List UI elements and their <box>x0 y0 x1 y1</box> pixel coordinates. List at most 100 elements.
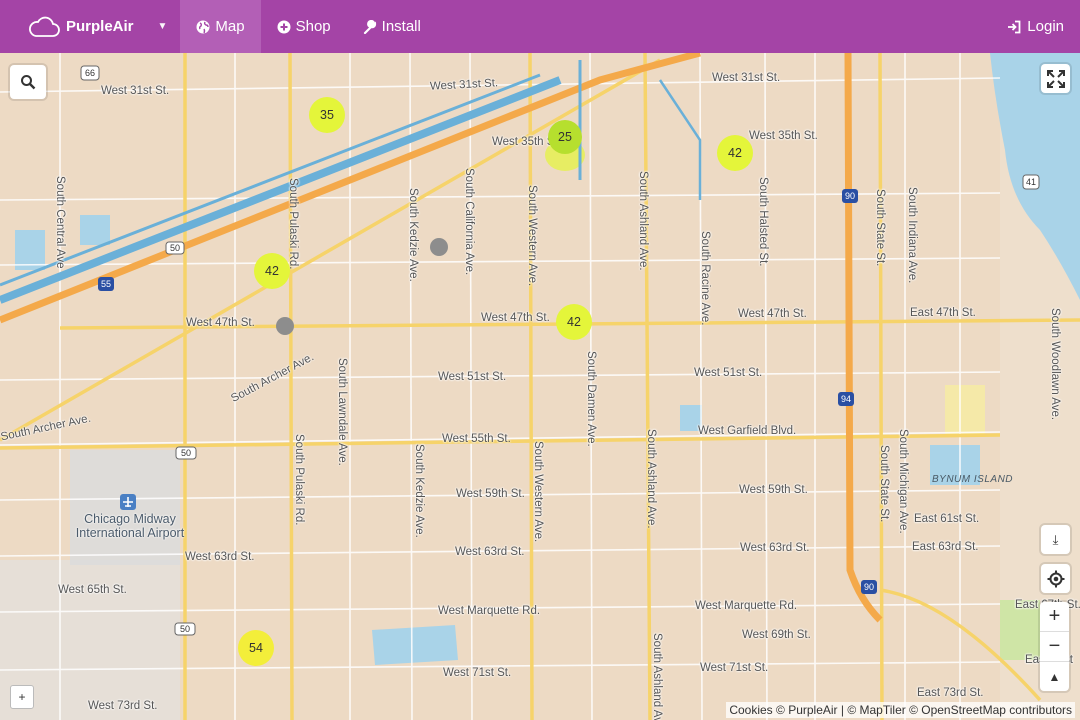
street-label: South Pulaski Rd. <box>293 434 305 526</box>
cloud-logo-icon <box>29 16 60 37</box>
svg-text:41: 41 <box>1026 177 1036 187</box>
wrench-icon <box>363 19 376 34</box>
globe-icon <box>196 20 210 33</box>
fullscreen-icon <box>1046 69 1065 88</box>
street-label: South Racine Ave. <box>699 231 711 326</box>
airport-label-line2: International Airport <box>75 526 185 540</box>
brand-name: PurpleAir <box>66 18 134 35</box>
nav-map[interactable]: Map <box>180 0 261 53</box>
map-attribution[interactable]: Cookies © PurpleAir | © MapTiler © OpenS… <box>726 702 1075 718</box>
street-label: West 47th St. <box>186 317 255 329</box>
street-label: South Kedzie Ave. <box>407 188 419 282</box>
street-label: West 47th St. <box>481 312 550 324</box>
street-label: West 63rd St. <box>185 551 255 563</box>
svg-text:55: 55 <box>101 279 111 289</box>
street-label: South Western Ave. <box>526 185 538 287</box>
street-label: West 31st St. <box>101 85 170 97</box>
nav-shop[interactable]: Shop <box>261 0 347 53</box>
street-label: South Woodlawn Ave. <box>1049 308 1061 421</box>
map-basemap: 66 50 55 50 50 41 90 94 90 <box>0 53 1080 720</box>
street-label: West 71st St. <box>443 667 512 679</box>
street-label: West 35th St. <box>749 130 818 142</box>
airport-label-line1: Chicago Midway <box>84 512 176 526</box>
crosshair-icon <box>1047 570 1064 587</box>
sign-in-icon <box>1008 20 1021 33</box>
street-label: South Indiana Ave. <box>906 187 918 284</box>
sensor-cluster[interactable]: 42 <box>556 304 592 340</box>
street-label: East 47th St. <box>910 307 976 319</box>
plus-circle-icon <box>277 20 291 33</box>
login-link[interactable]: Login <box>1007 0 1064 53</box>
street-label: West 59th St. <box>456 488 525 500</box>
compass-button[interactable]: ▲ <box>1040 661 1069 691</box>
street-label: West 71st St. <box>700 662 769 674</box>
street-label: West Marquette Rd. <box>438 605 541 617</box>
svg-text:94: 94 <box>841 394 851 404</box>
street-label: West 63rd St. <box>740 542 810 554</box>
street-label: West 69th St. <box>742 629 811 641</box>
street-label: South Damen Ave. <box>585 351 597 447</box>
offline-sensor-marker[interactable] <box>276 317 294 335</box>
svg-text:50: 50 <box>181 448 191 458</box>
download-button[interactable]: ⤓ <box>1041 525 1070 554</box>
nav-install-label: Install <box>381 18 421 35</box>
fullscreen-button[interactable] <box>1041 64 1070 93</box>
street-label: East 73rd St. <box>917 687 984 699</box>
sensor-cluster[interactable]: 25 <box>548 120 582 154</box>
search-button[interactable] <box>10 65 46 99</box>
street-label: South Central Ave <box>54 176 66 269</box>
street-label: South Michigan Ave. <box>897 429 909 534</box>
street-label: East 61st St. <box>914 513 980 525</box>
street-label: South Lawndale Ave. <box>336 358 348 466</box>
street-label: West 55th St. <box>442 433 511 445</box>
airport-label: Chicago Midway International Airport <box>70 512 190 540</box>
street-label: West 65th St. <box>58 584 127 596</box>
sensor-cluster[interactable]: 42 <box>717 135 753 171</box>
street-label: East 63rd St. <box>912 541 979 553</box>
street-label: West 63rd St. <box>455 546 525 558</box>
compass-icon: ▲ <box>1048 669 1061 684</box>
street-label: South Ashland Ave. <box>637 171 649 271</box>
svg-text:50: 50 <box>180 624 190 634</box>
nav-install[interactable]: Install <box>347 0 437 53</box>
street-label: West 51st St. <box>694 367 763 379</box>
offline-sensor-marker[interactable] <box>430 238 448 256</box>
login-label: Login <box>1027 18 1064 35</box>
street-label: South State St. <box>878 445 890 523</box>
sensor-cluster[interactable]: 42 <box>254 253 290 289</box>
street-label: South Kedzie Ave. <box>413 444 425 538</box>
street-label: West Garfield Blvd. <box>698 425 797 437</box>
geolocate-button[interactable] <box>1041 564 1070 593</box>
street-label: West 51st St. <box>438 371 507 383</box>
street-label: West 59th St. <box>739 484 808 496</box>
street-label: South California Ave. <box>463 168 475 276</box>
street-label: West 73rd St. <box>88 700 158 712</box>
chevron-down-icon[interactable]: ▼ <box>158 21 168 32</box>
street-label: South Western Ave. <box>532 441 544 543</box>
island-label: BYNUM ISLAND <box>932 474 1014 485</box>
zoom-control: + − ▲ <box>1040 602 1069 691</box>
svg-text:50: 50 <box>170 243 180 253</box>
brand-menu[interactable]: PurpleAir ▼ <box>0 0 167 53</box>
zoom-out-button[interactable]: − <box>1040 631 1069 661</box>
street-label: West 47th St. <box>738 308 807 320</box>
street-label: South Ashland Ave. <box>651 633 663 720</box>
top-navbar: PurpleAir ▼ Map Shop Install Login <box>0 0 1080 53</box>
svg-text:90: 90 <box>845 191 855 201</box>
svg-text:66: 66 <box>85 68 95 78</box>
street-label: West Marquette Rd. <box>695 600 798 612</box>
nav-shop-label: Shop <box>295 18 331 35</box>
street-label: South State St. <box>874 189 886 267</box>
map-canvas[interactable]: 66 50 55 50 50 41 90 94 90 West 31st St.… <box>0 53 1080 720</box>
expand-legend-button[interactable]: + <box>10 685 34 709</box>
street-label: South Pulaski Rd. <box>287 178 299 270</box>
sensor-cluster[interactable]: 35 <box>309 97 345 133</box>
zoom-in-button[interactable]: + <box>1040 602 1069 631</box>
nav-map-label: Map <box>215 18 245 35</box>
street-label: West 31st St. <box>712 72 781 84</box>
svg-text:90: 90 <box>864 582 874 592</box>
search-icon <box>21 75 36 90</box>
sensor-cluster[interactable]: 54 <box>238 630 274 666</box>
street-label: South Halsted St. <box>757 177 769 267</box>
street-label: South Ashland Ave. <box>645 429 657 529</box>
